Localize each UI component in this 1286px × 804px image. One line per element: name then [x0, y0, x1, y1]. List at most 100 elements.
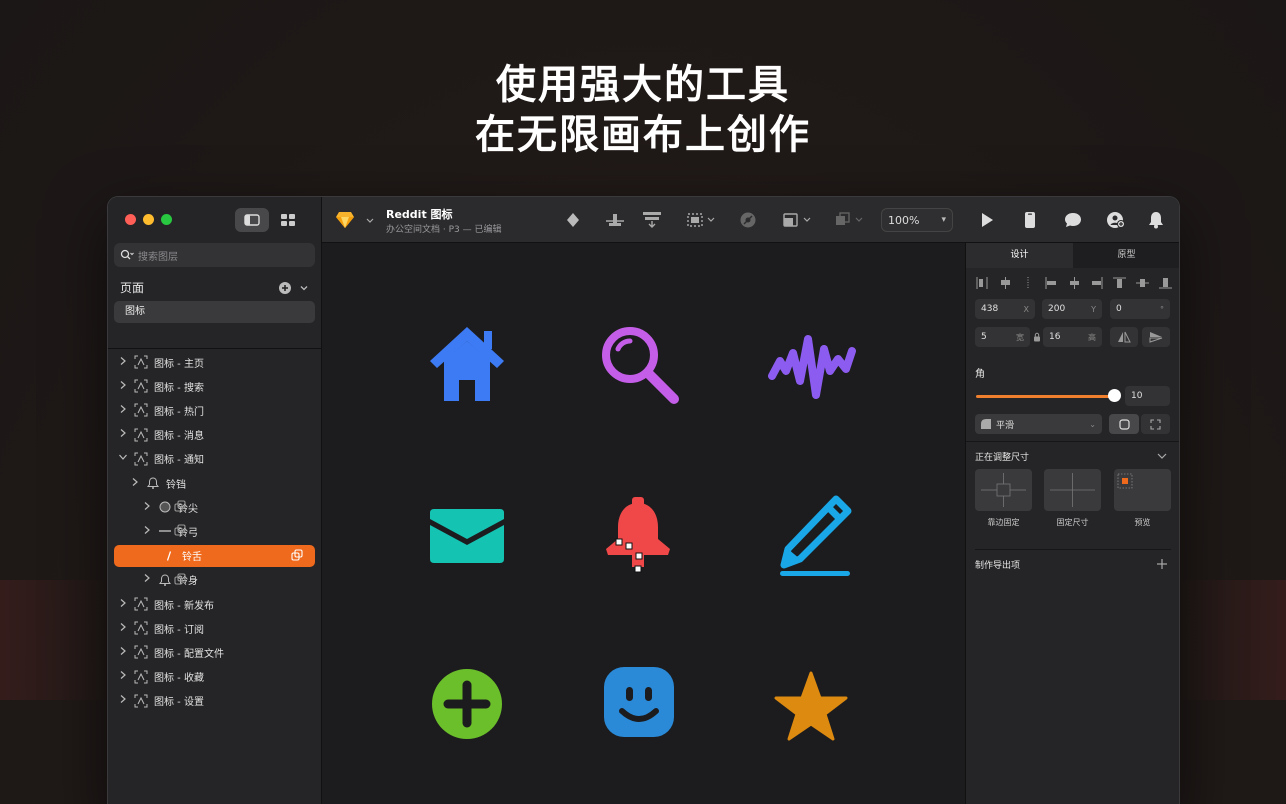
add-export-icon[interactable]: [1156, 558, 1168, 570]
layer-row[interactable]: 图标 - 设置: [118, 690, 204, 712]
corner-style-select[interactable]: 平滑 ⌄: [975, 414, 1102, 434]
chevron-right-icon[interactable]: [118, 428, 128, 441]
rotation-field[interactable]: 0 °: [1110, 299, 1170, 319]
flip-horizontal-button[interactable]: [1110, 327, 1138, 347]
corner-style-value: 平滑: [996, 420, 1015, 431]
chevron-right-icon[interactable]: [142, 573, 152, 586]
corner-mode-individual-button[interactable]: [1141, 414, 1170, 434]
align-h-center-icon[interactable]: [999, 277, 1012, 289]
mask-button[interactable]: [832, 209, 868, 231]
chevron-down-icon[interactable]: [1156, 451, 1168, 461]
create-symbol-button[interactable]: [562, 209, 584, 231]
align-middle-icon[interactable]: [1136, 277, 1150, 289]
flip-vertical-button[interactable]: [1142, 327, 1170, 347]
page-item-icons[interactable]: 图标: [114, 301, 315, 323]
tab-prototype[interactable]: 原型: [1073, 243, 1179, 268]
corner-slider[interactable]: [976, 395, 1114, 398]
face-icon[interactable]: [594, 657, 684, 747]
add-icon[interactable]: [422, 659, 512, 749]
align-left-edge-icon[interactable]: [976, 277, 989, 289]
home-icon[interactable]: [422, 317, 512, 407]
fix-size-option[interactable]: [1044, 469, 1101, 511]
layer-row[interactable]: 图标 - 订阅: [118, 617, 204, 639]
layer-row[interactable]: 铃身: [142, 569, 198, 591]
layer-search-input[interactable]: 搜索图层: [114, 243, 315, 267]
layer-row[interactable]: 铃舌: [114, 544, 315, 567]
layer-row[interactable]: 图标 - 消息: [118, 424, 204, 446]
layer-row[interactable]: 铃尖: [142, 496, 198, 518]
bell-icon[interactable]: [594, 493, 684, 583]
comments-button[interactable]: [1062, 209, 1084, 231]
share-button[interactable]: [1105, 209, 1127, 231]
trending-icon[interactable]: [766, 321, 856, 411]
doc-menu-chevron[interactable]: [364, 209, 376, 231]
height-field[interactable]: 16 高: [1043, 327, 1102, 347]
frame-tool-button[interactable]: [684, 209, 720, 231]
layers-view-button[interactable]: [235, 208, 269, 232]
align-right-icon[interactable]: [1090, 277, 1103, 289]
tab-design[interactable]: 设计: [966, 243, 1073, 268]
pin-to-edge-option[interactable]: [975, 469, 1032, 511]
align-right-edge-icon[interactable]: [1022, 277, 1035, 289]
chevron-right-icon[interactable]: [118, 622, 128, 635]
align-bottom-icon[interactable]: [1159, 277, 1172, 289]
chevron-right-icon[interactable]: [118, 670, 128, 683]
mirror-button[interactable]: [1019, 209, 1041, 231]
chevron-down-icon[interactable]: [298, 282, 310, 294]
chevron-right-icon[interactable]: [142, 525, 152, 538]
lock-icon[interactable]: [1033, 332, 1041, 342]
layer-row[interactable]: 铃铛: [130, 472, 186, 494]
minimize-window-button[interactable]: [143, 214, 154, 225]
chevron-right-icon[interactable]: [118, 356, 128, 369]
components-view-button[interactable]: [271, 208, 305, 232]
layer-row[interactable]: 铃弓: [142, 520, 198, 542]
chevron-right-icon[interactable]: [118, 404, 128, 417]
x-position-field[interactable]: 438 X: [975, 299, 1035, 319]
zoom-window-button[interactable]: [161, 214, 172, 225]
pencil-icon[interactable]: [766, 493, 856, 583]
scale-button[interactable]: [780, 209, 816, 231]
app-menu-button[interactable]: [334, 209, 356, 231]
play-icon: [982, 213, 993, 227]
mail-icon[interactable]: [422, 491, 512, 581]
align-middle-button[interactable]: [604, 209, 626, 231]
corner-radius-field[interactable]: 10: [1125, 386, 1170, 406]
symbol-override-icon[interactable]: [291, 549, 305, 563]
chevron-right-icon[interactable]: [118, 380, 128, 393]
chevron-right-icon[interactable]: [118, 694, 128, 707]
zoom-select[interactable]: 100% ▾: [881, 208, 953, 232]
symbol-override-icon[interactable]: [174, 524, 188, 538]
align-top-icon[interactable]: [1113, 277, 1127, 289]
layer-row[interactable]: 图标 - 收藏: [118, 666, 204, 688]
chevron-right-icon[interactable]: [142, 501, 152, 514]
width-field[interactable]: 5 宽: [975, 327, 1030, 347]
preview-option[interactable]: [1114, 469, 1171, 511]
search-icon[interactable]: [594, 319, 684, 409]
layer-row[interactable]: 图标 - 新发布: [118, 593, 214, 615]
symbol-override-icon[interactable]: [174, 500, 188, 514]
layer-row[interactable]: 图标 - 搜索: [118, 375, 204, 397]
corner-mode-single-button[interactable]: [1109, 414, 1139, 434]
layer-row[interactable]: 图标 - 主页: [118, 351, 204, 373]
boolean-button[interactable]: [737, 209, 759, 231]
chevron-right-icon[interactable]: [130, 477, 140, 490]
layer-row[interactable]: 图标 - 通知: [118, 448, 204, 470]
layer-row[interactable]: 图标 - 配置文件: [118, 641, 224, 663]
symbol-override-icon[interactable]: [174, 573, 188, 587]
chevron-right-icon[interactable]: [118, 598, 128, 611]
layer-row[interactable]: 图标 - 热门: [118, 399, 204, 421]
y-position-field[interactable]: 200 Y: [1042, 299, 1102, 319]
chevron-right-icon[interactable]: [118, 646, 128, 659]
layer-label: 图标 - 通知: [154, 455, 204, 467]
distribute-button[interactable]: [641, 209, 663, 231]
align-left-icon[interactable]: [1045, 277, 1058, 289]
add-page-icon[interactable]: [278, 281, 292, 295]
canvas[interactable]: [322, 243, 965, 804]
align-center-icon[interactable]: [1068, 277, 1081, 289]
chevron-down-icon[interactable]: [118, 453, 128, 464]
close-window-button[interactable]: [125, 214, 136, 225]
star-icon[interactable]: [766, 663, 856, 753]
notifications-button[interactable]: [1145, 209, 1167, 231]
corner-slider-handle[interactable]: [1108, 389, 1121, 402]
preview-button[interactable]: [976, 209, 998, 231]
